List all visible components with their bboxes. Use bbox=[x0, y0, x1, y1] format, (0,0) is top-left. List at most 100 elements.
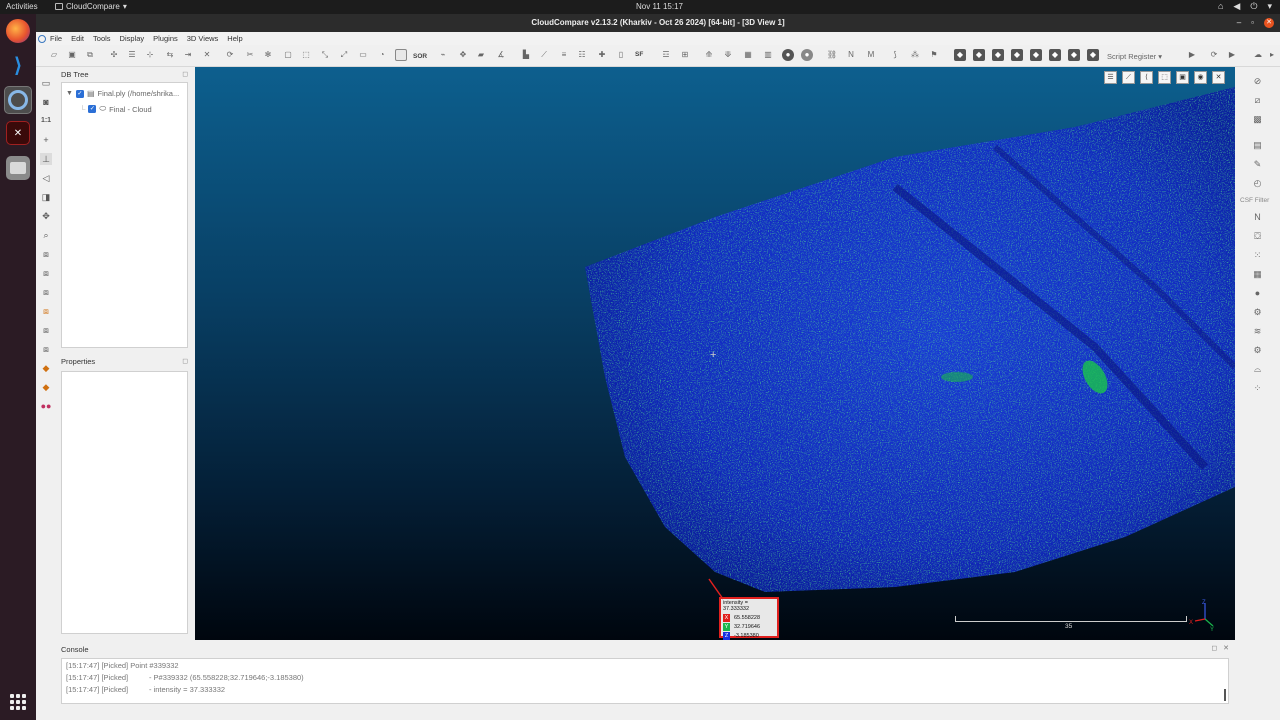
sphere-alt-icon[interactable]: ● bbox=[801, 49, 813, 61]
move-view-icon[interactable]: ✥ bbox=[40, 210, 52, 222]
cloud-mesh-icon[interactable]: ▭ bbox=[357, 49, 369, 61]
compass-icon[interactable]: ◴ bbox=[1251, 177, 1264, 190]
shading-icon[interactable]: ◨ bbox=[40, 191, 52, 203]
crop-tool-icon[interactable]: ⧄ bbox=[1251, 94, 1264, 107]
menu-help[interactable]: Help bbox=[227, 34, 242, 43]
link-plugin-icon[interactable]: ⚙ bbox=[1251, 306, 1264, 319]
close-icon[interactable]: ✕ bbox=[1264, 18, 1274, 28]
pick-center-icon[interactable]: ⊥ bbox=[40, 153, 52, 165]
add-sf-icon[interactable]: ✚ bbox=[596, 49, 608, 61]
system-tray[interactable]: ⌂ ◀ ⏻ ▾ bbox=[1218, 1, 1272, 12]
vscode-icon[interactable]: ⟩ bbox=[6, 53, 30, 77]
tree-item-final-cloud[interactable]: └ ✓ ⬭ Final - Cloud bbox=[80, 104, 152, 114]
one-to-one-icon[interactable]: 1:1 bbox=[40, 115, 52, 127]
save-label-icon[interactable]: ▣ bbox=[1176, 71, 1189, 84]
ellipse-tool-icon[interactable]: ⊘ bbox=[1251, 75, 1264, 88]
compute-icon[interactable]: ⤢ bbox=[338, 49, 350, 61]
3d-view[interactable]: + ☰ ⟋ ⟨ ⬚ ▣ ◉ ✕ intensity = 37.333332 X … bbox=[195, 67, 1235, 640]
float-panel-icon[interactable]: ◻ bbox=[182, 70, 188, 78]
translate-icon[interactable]: ⊹ bbox=[144, 49, 156, 61]
firefox-icon[interactable] bbox=[6, 19, 30, 43]
filter-icon[interactable]: ◔ bbox=[376, 49, 388, 61]
sf-list-icon[interactable]: ≡ bbox=[558, 49, 570, 61]
iso-view-2-icon[interactable]: ◆ bbox=[40, 381, 52, 393]
maximize-icon[interactable]: ▫ bbox=[1251, 14, 1254, 32]
console-scrollbar[interactable] bbox=[1224, 689, 1226, 701]
sphere-icon[interactable]: ● bbox=[782, 49, 794, 61]
minimize-icon[interactable]: – bbox=[1237, 14, 1241, 32]
close-icon[interactable]: ✕ bbox=[1223, 644, 1229, 652]
console-log[interactable]: [15:17:47] [Picked] Point #339332 [15:17… bbox=[61, 658, 1229, 704]
properties-view[interactable] bbox=[61, 371, 188, 634]
layers-icon[interactable]: ☲ bbox=[660, 49, 672, 61]
play-icon[interactable]: ▶ bbox=[1186, 49, 1198, 61]
right-view-icon[interactable]: ⧈ bbox=[40, 324, 52, 336]
grid-plugin-icon[interactable]: ▦ bbox=[1251, 268, 1264, 281]
terminal-app-icon[interactable]: ✕ bbox=[6, 121, 30, 145]
move-icon[interactable]: ✥ bbox=[457, 49, 469, 61]
canupo-icon[interactable]: ⚑ bbox=[928, 49, 940, 61]
layers-plugin-icon[interactable]: ≋ bbox=[1251, 325, 1264, 338]
fit-mesh-icon[interactable]: ⟱ bbox=[722, 49, 734, 61]
camera-icon[interactable]: ◙ bbox=[40, 96, 52, 108]
plugin-4-icon[interactable]: ◆ bbox=[1011, 49, 1023, 61]
cloud-compare-icon[interactable]: N bbox=[845, 49, 857, 61]
noise-filter-icon[interactable] bbox=[395, 49, 407, 61]
north-icon[interactable]: N bbox=[1251, 211, 1264, 224]
iso-view-1-icon[interactable]: ◆ bbox=[40, 362, 52, 374]
python-icon[interactable]: ⟳ bbox=[1208, 49, 1220, 61]
volume-icon[interactable]: ◀ bbox=[1233, 1, 1240, 12]
cloud-icon[interactable]: ☁ bbox=[1252, 49, 1264, 61]
menu-3d-views[interactable]: 3D Views bbox=[187, 34, 219, 43]
pick-rotation-icon[interactable]: ✣ bbox=[108, 49, 120, 61]
bottom-view-icon[interactable]: ⧈ bbox=[40, 343, 52, 355]
angle-icon[interactable]: ∡ bbox=[495, 49, 507, 61]
box-icon[interactable]: ▥ bbox=[762, 49, 774, 61]
circle-plugin-icon[interactable]: ● bbox=[1251, 287, 1264, 300]
scatter-icon[interactable]: ⁂ bbox=[909, 49, 921, 61]
cloudcompare-icon[interactable] bbox=[4, 86, 32, 114]
list-icon[interactable]: ☰ bbox=[126, 49, 138, 61]
glasses-icon[interactable]: ●● bbox=[40, 400, 52, 412]
plugin-5-icon[interactable]: ◆ bbox=[1030, 49, 1042, 61]
float-panel-icon[interactable]: ◻ bbox=[182, 357, 188, 365]
point-pair-icon[interactable]: ⟋ bbox=[1122, 71, 1135, 84]
float-panel-icon[interactable]: ◻ bbox=[1211, 644, 1217, 652]
volume-plugin-icon[interactable]: ⌓ bbox=[1251, 363, 1264, 376]
show-apps-icon[interactable] bbox=[10, 694, 26, 710]
vertices-icon[interactable]: ▦ bbox=[742, 49, 754, 61]
visibility-icon[interactable]: ◉ bbox=[1194, 71, 1207, 84]
plugin-7-icon[interactable]: ◆ bbox=[1068, 49, 1080, 61]
run-icon[interactable]: ▶ bbox=[1226, 49, 1238, 61]
scatter-plugin-icon[interactable]: ⁙ bbox=[1251, 249, 1264, 262]
csf-filter-label[interactable]: CSF Filter bbox=[1240, 197, 1269, 204]
clone-icon[interactable]: ⧉ bbox=[84, 49, 96, 61]
menu-edit[interactable]: Edit bbox=[71, 34, 84, 43]
curve-icon[interactable]: ⟋ bbox=[538, 49, 550, 61]
cloud-visibility-checkbox[interactable]: ✓ bbox=[88, 105, 97, 113]
stamp-icon[interactable]: ⛋ bbox=[1251, 230, 1264, 243]
mls-icon[interactable]: M bbox=[865, 49, 877, 61]
sf-stack-icon[interactable]: ☷ bbox=[576, 49, 588, 61]
menu-tools[interactable]: Tools bbox=[93, 34, 111, 43]
zoom-icon[interactable]: ⌕ bbox=[40, 229, 52, 241]
network-icon[interactable]: ⌂ bbox=[1218, 1, 1223, 12]
normals-icon[interactable]: ▢ bbox=[282, 49, 294, 61]
plugin-8-icon[interactable]: ◆ bbox=[1087, 49, 1099, 61]
crosshair-icon[interactable]: + bbox=[40, 134, 52, 146]
save-icon[interactable]: ▣ bbox=[66, 49, 78, 61]
front-view-icon[interactable]: ⧈ bbox=[40, 267, 52, 279]
sample-points-icon[interactable]: ✻ bbox=[262, 49, 274, 61]
segment-tool-icon[interactable]: ☰ bbox=[1104, 71, 1117, 84]
screen-icon[interactable]: ▭ bbox=[40, 77, 52, 89]
plugin-1-icon[interactable]: ◆ bbox=[954, 49, 966, 61]
clock[interactable]: Nov 11 15:17 bbox=[636, 2, 683, 11]
app-menu-button[interactable]: CloudCompare ▾ bbox=[55, 2, 127, 11]
link-icon[interactable]: ⛓ bbox=[826, 49, 838, 61]
crop-icon[interactable]: ⬚ bbox=[1158, 71, 1171, 84]
kd-tree-icon[interactable]: ⟰ bbox=[703, 49, 715, 61]
ransac-icon[interactable]: ⟆ bbox=[889, 49, 901, 61]
power-icon[interactable]: ⏻ bbox=[1250, 1, 1257, 12]
activities-button[interactable]: Activities bbox=[6, 2, 38, 11]
plugin-6-icon[interactable]: ◆ bbox=[1049, 49, 1061, 61]
